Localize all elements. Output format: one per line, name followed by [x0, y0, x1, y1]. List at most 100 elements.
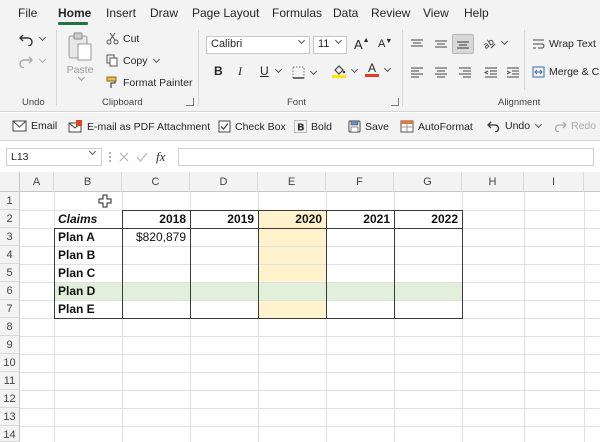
cell-b4[interactable]: Plan B	[54, 246, 122, 264]
worksheet-grid[interactable]: A B C D E F G H I 1 2 3 4 5 6 7 8 9 10 1…	[0, 172, 600, 442]
check-box-label: Check Box	[235, 120, 286, 133]
row-header-6[interactable]: 6	[0, 282, 20, 300]
tab-review[interactable]: Review	[371, 6, 410, 20]
chevron-down-icon	[152, 55, 160, 63]
cell-e2[interactable]: 2020	[258, 210, 326, 228]
quick-access-toolbar: Email E-mail as PDF Attachment Check Box…	[0, 113, 600, 141]
undo-icon	[19, 34, 33, 46]
column-header-i[interactable]: I	[524, 172, 584, 192]
cut-button[interactable]: Cut	[106, 32, 139, 45]
select-all-corner[interactable]	[0, 172, 20, 192]
qat-bold-button[interactable]: B Bold	[294, 120, 332, 133]
format-painter-button[interactable]: Format Painter	[106, 76, 192, 89]
cell-c2[interactable]: 2018	[122, 210, 190, 228]
cell-c3[interactable]: $820,879	[122, 228, 190, 246]
font-size-select[interactable]: 11	[313, 36, 347, 54]
tab-view[interactable]: View	[423, 6, 449, 20]
fill-color-button[interactable]	[332, 64, 359, 78]
tab-draw[interactable]: Draw	[150, 6, 178, 20]
redo-icon	[554, 121, 567, 132]
column-header-f[interactable]: F	[326, 172, 394, 192]
row-header-12[interactable]: 12	[0, 390, 20, 408]
row-header-2[interactable]: 2	[0, 210, 20, 228]
decrease-font-size-button[interactable]: A▼	[378, 38, 392, 50]
column-header-b[interactable]: B	[54, 172, 122, 192]
check-box-button[interactable]: Check Box	[218, 120, 286, 133]
cell-b3[interactable]: Plan A	[54, 228, 122, 246]
tab-insert[interactable]: Insert	[106, 6, 136, 20]
email-button[interactable]: Email	[12, 120, 57, 132]
name-box[interactable]: L13	[6, 147, 102, 166]
chevron-down-icon[interactable]	[274, 65, 283, 74]
cell-d2[interactable]: 2019	[190, 210, 258, 228]
tab-home[interactable]: Home	[58, 6, 91, 20]
email-pdf-button[interactable]: E-mail as PDF Attachment	[68, 120, 210, 133]
tab-formulas[interactable]: Formulas	[272, 6, 322, 20]
column-header-c[interactable]: C	[122, 172, 190, 192]
row-header-5[interactable]: 5	[0, 264, 20, 282]
cell-f2[interactable]: 2021	[326, 210, 394, 228]
qat-redo-button[interactable]: Redo	[553, 120, 596, 132]
column-header-d[interactable]: D	[190, 172, 258, 192]
formula-input[interactable]	[178, 148, 594, 166]
row-header-7[interactable]: 7	[0, 300, 20, 318]
merge-center-button[interactable]: Merge & C	[532, 66, 599, 78]
cell-b7[interactable]: Plan E	[54, 300, 122, 318]
cell-b6[interactable]: Plan D	[54, 282, 122, 300]
column-header-g[interactable]: G	[394, 172, 462, 192]
align-left-icon[interactable]	[410, 66, 424, 78]
autoformat-button[interactable]: AutoFormat	[400, 120, 473, 133]
column-header-a[interactable]: A	[20, 172, 54, 192]
bold-button[interactable]: B	[214, 64, 223, 78]
align-middle-icon[interactable]	[434, 38, 448, 50]
font-launcher-icon[interactable]	[391, 98, 399, 106]
decrease-indent-icon[interactable]	[484, 66, 498, 78]
enter-check-icon[interactable]	[136, 151, 148, 163]
row-header-8[interactable]: 8	[0, 318, 20, 336]
increase-font-glyph: A	[354, 37, 363, 52]
qat-undo-button[interactable]: Undo	[487, 120, 543, 132]
tab-file[interactable]: File	[18, 6, 37, 20]
copy-button[interactable]: Copy	[106, 54, 160, 67]
row-header-1[interactable]: 1	[0, 192, 20, 210]
increase-font-size-button[interactable]: A▲	[354, 37, 370, 52]
align-bottom-button[interactable]	[452, 34, 474, 54]
font-color-button[interactable]: A	[365, 62, 392, 77]
align-right-icon[interactable]	[458, 66, 472, 78]
cell-g2[interactable]: 2022	[394, 210, 462, 228]
row-header-4[interactable]: 4	[0, 246, 20, 264]
increase-indent-icon[interactable]	[506, 66, 520, 78]
tab-page-layout[interactable]: Page Layout	[192, 6, 259, 20]
column-header-e[interactable]: E	[258, 172, 326, 192]
save-button[interactable]: Save	[348, 120, 389, 133]
tab-data[interactable]: Data	[333, 6, 358, 20]
cell-b5[interactable]: Plan C	[54, 264, 122, 282]
italic-button[interactable]: I	[238, 64, 242, 79]
row-header-3[interactable]: 3	[0, 228, 20, 246]
name-box-value: L13	[11, 151, 29, 163]
cancel-x-icon[interactable]	[118, 151, 130, 163]
row-header-14[interactable]: 14	[0, 426, 20, 442]
tab-help[interactable]: Help	[464, 6, 489, 20]
row-header-13[interactable]: 13	[0, 408, 20, 426]
insert-function-button[interactable]: fx	[156, 149, 165, 165]
wrap-text-button[interactable]: Wrap Text	[532, 38, 596, 50]
row-header-11[interactable]: 11	[0, 372, 20, 390]
cell-b2[interactable]: Claims	[54, 210, 122, 228]
clipboard-launcher-icon[interactable]	[186, 98, 194, 106]
paste-button[interactable]: Paste	[66, 32, 94, 82]
orientation-button[interactable]: ab	[482, 36, 509, 50]
formula-controls: fx	[108, 148, 178, 166]
underline-button[interactable]: U	[260, 64, 269, 78]
align-center-icon[interactable]	[434, 66, 448, 78]
align-top-icon[interactable]	[410, 38, 424, 50]
undo-button[interactable]	[18, 32, 47, 46]
column-header-h[interactable]: H	[462, 172, 524, 192]
envelope-icon	[12, 120, 27, 132]
borders-button[interactable]	[292, 66, 318, 79]
row-header-10[interactable]: 10	[0, 354, 20, 372]
redo-button[interactable]	[18, 54, 47, 68]
row-header-9[interactable]: 9	[0, 336, 20, 354]
font-name-select[interactable]: Calibri	[206, 36, 310, 54]
pdf-attachment-icon	[68, 120, 82, 133]
